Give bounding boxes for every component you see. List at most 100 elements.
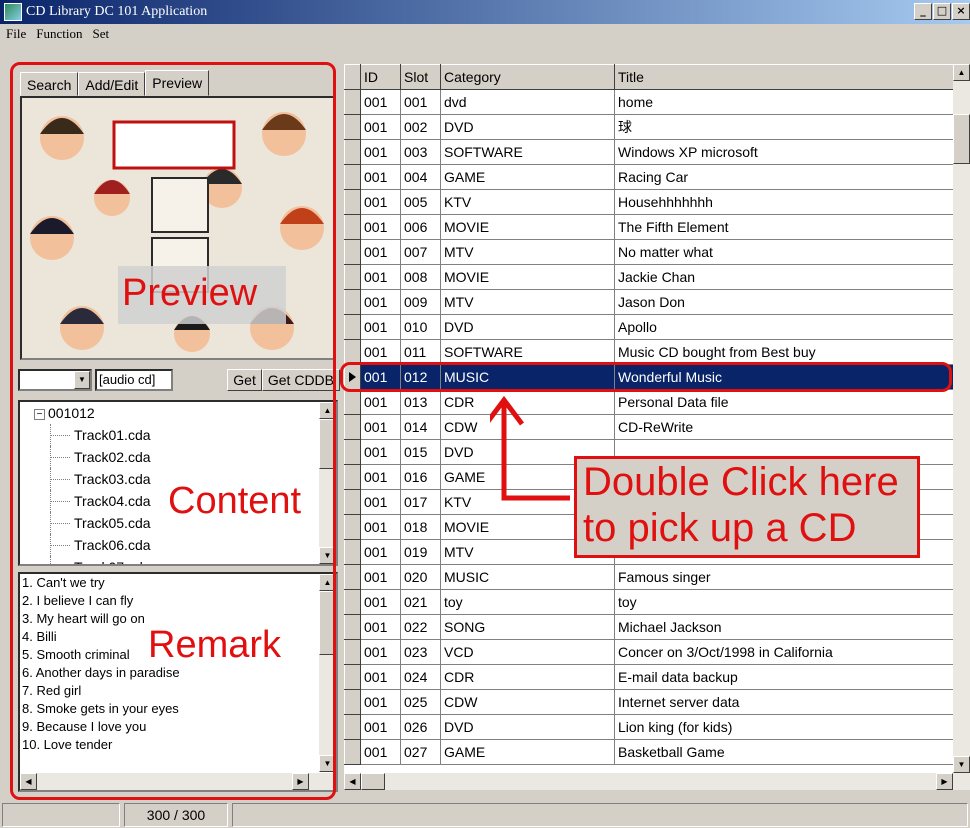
cell-category[interactable]: toy	[440, 589, 615, 615]
cell-slot[interactable]: 007	[400, 239, 441, 265]
row-indicator[interactable]	[344, 614, 361, 640]
row-indicator[interactable]	[344, 214, 361, 240]
scroll-right-icon[interactable]: ▶	[936, 773, 953, 790]
cell-id[interactable]: 001	[360, 539, 401, 565]
cell-slot[interactable]: 011	[400, 339, 441, 365]
table-row[interactable]: 001 001 dvd home	[344, 89, 954, 115]
cell-title[interactable]: CD-ReWrite	[614, 414, 954, 440]
cell-id[interactable]: 001	[360, 639, 401, 665]
cell-title[interactable]: E-mail data backup	[614, 664, 954, 690]
maximize-button[interactable]: □	[933, 3, 951, 20]
table-row[interactable]: 001 004 GAME Racing Car	[344, 164, 954, 190]
cell-slot[interactable]: 023	[400, 639, 441, 665]
grid-scrollbar[interactable]: ▲ ▼	[953, 64, 970, 790]
row-indicator[interactable]	[344, 464, 361, 490]
table-row[interactable]: 001 006 MOVIE The Fifth Element	[344, 214, 954, 240]
cell-title[interactable]: The Fifth Element	[614, 214, 954, 240]
cell-title[interactable]: Basketball Game	[614, 739, 954, 765]
table-row[interactable]: 001 014 CDW CD-ReWrite	[344, 414, 954, 440]
row-indicator[interactable]	[344, 514, 361, 540]
scroll-thumb[interactable]	[361, 773, 385, 790]
close-button[interactable]: ×	[952, 3, 970, 20]
cell-slot[interactable]: 004	[400, 164, 441, 190]
cell-slot[interactable]: 018	[400, 514, 441, 540]
cell-category[interactable]: MOVIE	[440, 264, 615, 290]
cell-category[interactable]: CDW	[440, 689, 615, 715]
row-indicator[interactable]	[344, 664, 361, 690]
cell-slot[interactable]: 025	[400, 689, 441, 715]
cell-slot[interactable]: 008	[400, 264, 441, 290]
table-row[interactable]: 001 013 CDR Personal Data file	[344, 389, 954, 415]
cell-title[interactable]: Jackie Chan	[614, 264, 954, 290]
cell-category[interactable]: KTV	[440, 189, 615, 215]
row-indicator[interactable]	[344, 264, 361, 290]
cd-table[interactable]: ID Slot Category Title 001 001 dvd home 001 0…	[344, 64, 954, 765]
row-indicator[interactable]	[344, 414, 361, 440]
cell-id[interactable]: 001	[360, 489, 401, 515]
table-row[interactable]: 001 007 MTV No matter what	[344, 239, 954, 265]
cell-id[interactable]: 001	[360, 239, 401, 265]
scroll-down-icon[interactable]: ▼	[953, 756, 970, 773]
table-row[interactable]: 001 008 MOVIE Jackie Chan	[344, 264, 954, 290]
cell-title[interactable]: Windows XP microsoft	[614, 139, 954, 165]
table-row[interactable]: 001 011 SOFTWARE Music CD bought from Best …	[344, 339, 954, 365]
row-indicator[interactable]	[344, 239, 361, 265]
row-indicator[interactable]	[344, 389, 361, 415]
row-indicator[interactable]	[344, 164, 361, 190]
table-row[interactable]: 001 003 SOFTWARE Windows XP microsoft	[344, 139, 954, 165]
cell-id[interactable]: 001	[360, 114, 401, 140]
row-indicator[interactable]	[344, 564, 361, 590]
cell-title[interactable]: Famous singer	[614, 564, 954, 590]
cell-title[interactable]: Jason Don	[614, 289, 954, 315]
cell-category[interactable]: GAME	[440, 739, 615, 765]
cell-slot[interactable]: 020	[400, 564, 441, 590]
cell-id[interactable]: 001	[360, 614, 401, 640]
cell-title[interactable]: Concer on 3/Oct/1998 in California	[614, 639, 954, 665]
cell-title[interactable]: home	[614, 89, 954, 115]
row-indicator[interactable]	[344, 114, 361, 140]
cell-id[interactable]: 001	[360, 164, 401, 190]
cell-title[interactable]: Lion king (for kids)	[614, 714, 954, 740]
row-indicator[interactable]	[344, 89, 361, 115]
cell-id[interactable]: 001	[360, 189, 401, 215]
cell-id[interactable]: 001	[360, 689, 401, 715]
cell-id[interactable]: 001	[360, 564, 401, 590]
row-indicator[interactable]	[344, 739, 361, 765]
cell-category[interactable]: MTV	[440, 239, 615, 265]
cell-category[interactable]: SONG	[440, 614, 615, 640]
table-row[interactable]: 001 009 MTV Jason Don	[344, 289, 954, 315]
cell-category[interactable]: DVD	[440, 114, 615, 140]
table-row[interactable]: 001 022 SONG Michael Jackson	[344, 614, 954, 640]
row-indicator[interactable]	[344, 439, 361, 465]
cell-id[interactable]: 001	[360, 414, 401, 440]
scroll-thumb[interactable]	[953, 114, 970, 164]
cell-category[interactable]: VCD	[440, 639, 615, 665]
row-indicator[interactable]	[344, 189, 361, 215]
cell-title[interactable]: Apollo	[614, 314, 954, 340]
table-row[interactable]: 001 020 MUSIC Famous singer	[344, 564, 954, 590]
minimize-button[interactable]: _	[914, 3, 932, 20]
menu-set[interactable]: Set	[92, 26, 109, 42]
row-indicator[interactable]	[344, 689, 361, 715]
column-header-id[interactable]: ID	[360, 64, 401, 90]
table-row[interactable]: 001 025 CDW Internet server data	[344, 689, 954, 715]
cell-category[interactable]: CDR	[440, 664, 615, 690]
cell-slot[interactable]: 022	[400, 614, 441, 640]
row-indicator[interactable]	[344, 489, 361, 515]
cell-id[interactable]: 001	[360, 464, 401, 490]
table-row[interactable]: 001 024 CDR E-mail data backup	[344, 664, 954, 690]
cell-slot[interactable]: 024	[400, 664, 441, 690]
column-header-category[interactable]: Category	[440, 64, 615, 90]
row-indicator[interactable]	[344, 639, 361, 665]
row-indicator[interactable]	[344, 539, 361, 565]
cell-id[interactable]: 001	[360, 439, 401, 465]
menu-file[interactable]: File	[6, 26, 26, 42]
row-indicator[interactable]	[344, 589, 361, 615]
cell-title[interactable]: Internet server data	[614, 689, 954, 715]
table-row[interactable]: 001 010 DVD Apollo	[344, 314, 954, 340]
row-indicator[interactable]	[344, 339, 361, 365]
cell-title[interactable]: No matter what	[614, 239, 954, 265]
cell-slot[interactable]: 010	[400, 314, 441, 340]
cell-id[interactable]: 001	[360, 664, 401, 690]
cell-title[interactable]: Househhhhhhh	[614, 189, 954, 215]
